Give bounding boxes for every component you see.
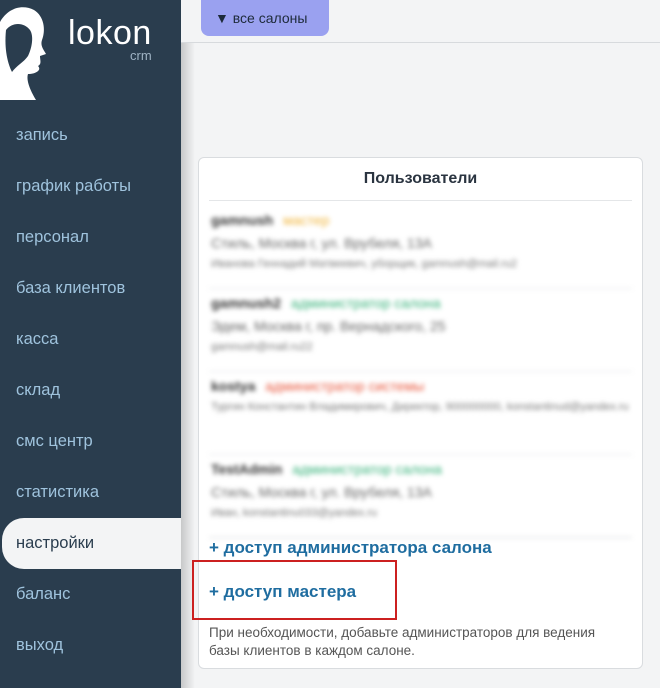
sidebar-nav: запись график работы персонал база клиен… bbox=[0, 110, 181, 671]
user-role: администратор салона bbox=[292, 461, 442, 477]
list-item[interactable]: gamnush2 администратор салона Эдем, Моск… bbox=[209, 289, 632, 372]
logo[interactable]: lokon crm bbox=[0, 0, 181, 100]
help-note: При необходимости, добавьте администрато… bbox=[209, 625, 596, 658]
user-login: gamnush bbox=[211, 212, 274, 228]
user-address: Эдем, Москва г, пр. Вернадского, 25 bbox=[211, 318, 446, 334]
user-info: gamnush@mail.ru22 bbox=[211, 341, 313, 353]
sidebar-item-logout[interactable]: выход bbox=[0, 620, 181, 671]
user-role: администратор системы bbox=[265, 378, 425, 394]
highlight-box bbox=[192, 560, 397, 620]
salon-selector-button[interactable]: ▼ все салоны bbox=[201, 0, 329, 36]
top-bar: ▼ все салоны bbox=[181, 0, 660, 43]
logo-subtitle: crm bbox=[130, 48, 152, 63]
list-item[interactable]: gamnush мастер Стиль, Москва г, ул. Вруб… bbox=[209, 206, 632, 289]
list-item[interactable]: TestAdmin администратор салона Стиль, Мо… bbox=[209, 455, 632, 538]
sidebar-item-schedule[interactable]: график работы bbox=[0, 161, 181, 212]
sidebar: lokon crm запись график работы персонал … bbox=[0, 0, 181, 688]
sidebar-item-clients[interactable]: база клиентов bbox=[0, 263, 181, 314]
user-login: gamnush2 bbox=[211, 295, 282, 311]
user-role: администратор салона bbox=[290, 295, 441, 311]
users-panel-title: Пользователи bbox=[363, 170, 478, 187]
sidebar-item-balance[interactable]: баланс bbox=[0, 569, 181, 620]
users-list: gamnush мастер Стиль, Москва г, ул. Вруб… bbox=[209, 206, 632, 538]
user-info: Тургин Константин Владимирович, Директор… bbox=[211, 401, 629, 413]
list-item[interactable]: kostya администратор системы Тургин Конс… bbox=[209, 372, 632, 455]
user-info: Иванова Геннадий Матвеевич, уборщик, gam… bbox=[211, 258, 518, 270]
sidebar-item-warehouse[interactable]: склад bbox=[0, 365, 181, 416]
user-info: Иван, konstantinu033@yandex.ru bbox=[211, 507, 378, 519]
sidebar-item-sms[interactable]: смс центр bbox=[0, 416, 181, 467]
sidebar-item-statistics[interactable]: статистика bbox=[0, 467, 181, 518]
add-salon-admin-link[interactable]: + доступ администратора салона bbox=[209, 538, 492, 558]
sidebar-item-staff[interactable]: персонал bbox=[0, 212, 181, 263]
user-address: Стиль, Москва г, ул. Врубеля, 13А bbox=[211, 235, 432, 251]
user-login: kostya bbox=[211, 378, 256, 394]
user-role: мастер bbox=[283, 212, 330, 228]
user-login: TestAdmin bbox=[211, 461, 283, 477]
woman-silhouette-icon bbox=[0, 7, 46, 100]
sidebar-item-cashbox[interactable]: касса bbox=[0, 314, 181, 365]
divider bbox=[209, 200, 632, 201]
sidebar-item-booking[interactable]: запись bbox=[0, 110, 181, 161]
sidebar-item-settings[interactable]: настройки bbox=[2, 518, 181, 569]
user-address: Стиль, Москва г, ул. Врубеля, 13А bbox=[211, 484, 432, 500]
